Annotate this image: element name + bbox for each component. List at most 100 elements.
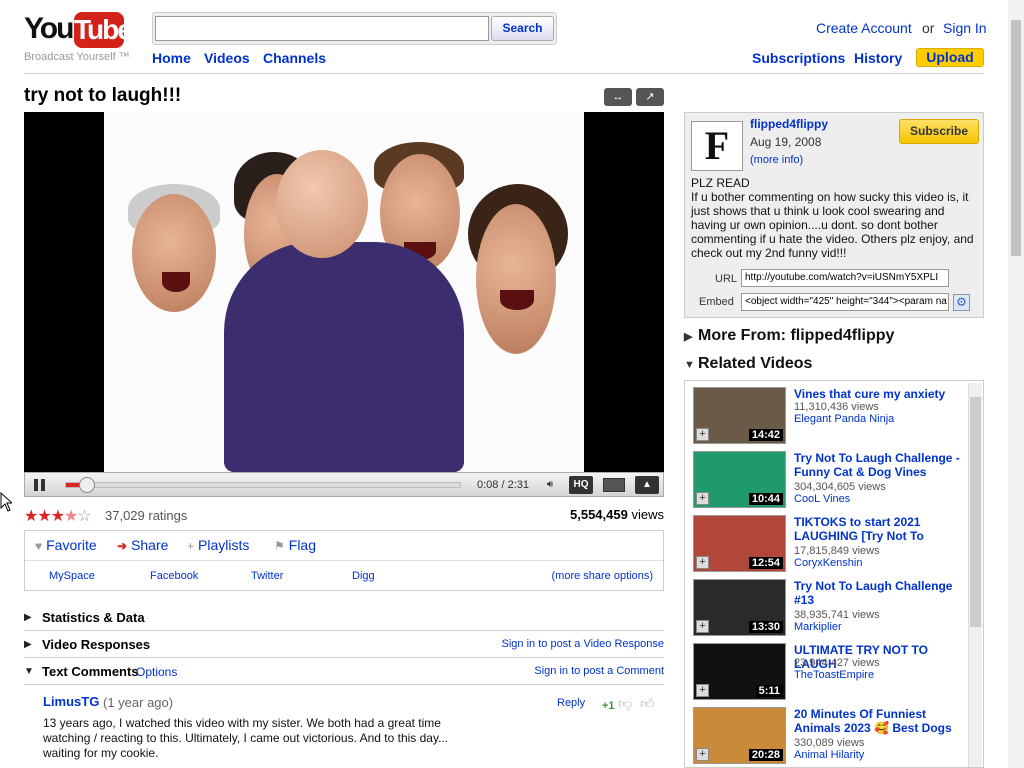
star-icon[interactable]: ★: [64, 508, 78, 525]
fullscreen-icon[interactable]: ▲: [635, 476, 659, 494]
history-link[interactable]: History: [854, 50, 902, 66]
add-to-quicklist-icon[interactable]: +: [696, 620, 709, 633]
comments-options-link[interactable]: Options: [136, 665, 177, 679]
channel-name[interactable]: flipped4flippy: [750, 117, 828, 131]
sign-in-link[interactable]: Sign In: [943, 20, 987, 36]
video-thumbnail[interactable]: 14:42 +: [693, 387, 786, 444]
star-icon[interactable]: ☆: [77, 508, 91, 525]
post-video-response-link[interactable]: Sign in to post a Video Response: [502, 638, 664, 650]
upload-button[interactable]: Upload: [916, 48, 984, 67]
nav-videos[interactable]: Videos: [204, 50, 250, 66]
more-share-options[interactable]: (more share options): [552, 570, 654, 582]
nav-home[interactable]: Home: [152, 50, 191, 66]
add-to-quicklist-icon[interactable]: +: [696, 748, 709, 761]
video-thumbnail[interactable]: 20:28 +: [693, 707, 786, 764]
related-scrollbar[interactable]: [968, 383, 982, 767]
video-title: try not to laugh!!!: [24, 85, 182, 106]
related-video-item[interactable]: 13:30 + Try Not To Laugh Challenge #13 38,9…: [693, 579, 963, 639]
create-account-link[interactable]: Create Account: [816, 20, 912, 36]
progress-bar[interactable]: [65, 477, 461, 493]
video-player[interactable]: [24, 112, 664, 472]
star-icon[interactable]: ★: [37, 508, 51, 525]
related-video-item[interactable]: 10:44 + Try Not To Laugh Challenge - Funny…: [693, 451, 963, 511]
arrow-icon: ➜: [117, 539, 128, 553]
star-icon[interactable]: ★: [24, 508, 38, 525]
related-video-channel[interactable]: CoryxKenshin: [794, 557, 862, 569]
triangle-right-icon: ▶: [24, 612, 32, 623]
related-video-channel[interactable]: Markiplier: [794, 621, 842, 633]
rating-stars[interactable]: ★★★★☆: [24, 506, 92, 526]
related-video-item[interactable]: 12:54 + TIKTOKS to start 2021 LAUGHING [Tr…: [693, 515, 963, 575]
search-button[interactable]: Search: [491, 16, 554, 41]
video-thumbnail[interactable]: 12:54 +: [693, 515, 786, 572]
embed-field[interactable]: <object width="425" height="344"><param …: [741, 293, 949, 311]
progress-knob[interactable]: [79, 477, 95, 493]
triangle-right-icon: ▶: [24, 639, 32, 650]
hq-button[interactable]: HQ: [569, 476, 593, 494]
star-icon[interactable]: ★: [51, 508, 65, 525]
add-to-quicklist-icon[interactable]: +: [696, 428, 709, 441]
video-thumbnail[interactable]: 5:11 +: [693, 643, 786, 700]
share-twitter[interactable]: Twitter: [251, 570, 283, 582]
add-to-quicklist-icon[interactable]: +: [696, 492, 709, 505]
section-video-responses[interactable]: ▶ Video Responses Sign in to post a Vide…: [24, 631, 664, 658]
video-duration: 14:42: [748, 429, 783, 441]
subscribe-button[interactable]: Subscribe: [899, 119, 979, 144]
related-video-title[interactable]: Try Not To Laugh Challenge #13: [794, 579, 964, 607]
comment-reply-link[interactable]: Reply: [557, 697, 585, 709]
video-thumbnail[interactable]: 10:44 +: [693, 451, 786, 508]
channel-avatar[interactable]: F: [691, 121, 743, 171]
share-facebook[interactable]: Facebook: [150, 570, 198, 582]
section-statistics[interactable]: ▶ Statistics & Data: [24, 604, 664, 631]
related-video-channel[interactable]: Animal Hilarity: [794, 749, 864, 761]
gear-icon[interactable]: ⚙: [953, 294, 970, 311]
related-videos-header[interactable]: ▼ Related Videos: [684, 355, 812, 373]
add-to-quicklist-icon[interactable]: +: [696, 684, 709, 697]
related-video-item[interactable]: 5:11 + ULTIMATE TRY NOT TO LAUGH 23,944,427…: [693, 643, 963, 703]
related-video-item[interactable]: 14:42 + Vines that cure my anxiety 11,310,4…: [693, 387, 963, 447]
related-video-channel[interactable]: Elegant Panda Ninja: [794, 413, 894, 425]
related-video-title[interactable]: 20 Minutes Of Funniest Animals 2023 🥰 Be…: [794, 707, 964, 735]
popout-icon[interactable]: ↗: [636, 88, 664, 106]
youtube-logo[interactable]: You Tube: [24, 12, 133, 48]
thumbs-down-icon[interactable]: 👎︎: [618, 695, 634, 711]
playlists-button[interactable]: + Playlists: [187, 537, 249, 553]
share-digg[interactable]: Digg: [352, 570, 375, 582]
page-scrollbar[interactable]: [1008, 0, 1024, 768]
flag-button[interactable]: ⚑ Flag: [274, 537, 316, 553]
share-myspace[interactable]: MySpace: [49, 570, 95, 582]
pause-button[interactable]: [31, 477, 49, 493]
related-video-title[interactable]: Vines that cure my anxiety: [794, 387, 964, 401]
search-input[interactable]: [155, 16, 489, 41]
add-to-quicklist-icon[interactable]: +: [696, 556, 709, 569]
share-button[interactable]: ➜ Share: [117, 537, 168, 553]
related-video-item[interactable]: 20:28 + 20 Minutes Of Funniest Animals 202…: [693, 707, 963, 767]
related-video-channel[interactable]: CooL Vines: [794, 493, 850, 505]
subscriptions-link[interactable]: Subscriptions: [752, 50, 845, 66]
related-video-title[interactable]: Try Not To Laugh Challenge - Funny Cat &…: [794, 451, 964, 479]
face-woman-right: [476, 204, 556, 354]
more-from-header[interactable]: ▶ More From: flipped4flippy: [684, 327, 894, 345]
volume-icon[interactable]: 🔊︎: [539, 476, 561, 494]
more-info-link[interactable]: (more info): [750, 154, 803, 166]
video-duration: 5:11: [755, 685, 783, 697]
video-thumbnail[interactable]: 13:30 +: [693, 579, 786, 636]
video-duration: 10:44: [748, 493, 783, 505]
related-video-views: 304,304,605 views: [794, 481, 886, 493]
url-field[interactable]: http://youtube.com/watch?v=iUSNmY5XPLI: [741, 269, 949, 287]
related-video-views: 11,310,436 views: [794, 401, 879, 413]
related-video-channel[interactable]: TheToastEmpire: [794, 669, 874, 681]
comment-author[interactable]: LimusTG: [43, 694, 99, 709]
section-text-comments[interactable]: ▼ Text Comments Options Sign in to post …: [24, 658, 664, 685]
page-scroll-thumb[interactable]: [1011, 20, 1021, 256]
expand-player-icon[interactable]: ↔: [604, 88, 632, 106]
screen-size-icon[interactable]: [603, 478, 625, 492]
thumbs-up-icon[interactable]: 👍︎: [640, 695, 656, 711]
post-comment-link[interactable]: Sign in to post a Comment: [534, 665, 664, 677]
related-video-title[interactable]: TIKTOKS to start 2021 LAUGHING [Try Not …: [794, 515, 964, 543]
search-bar: Search: [152, 12, 557, 45]
action-box: ♥ Favorite ➜ Share + Playlists ⚑ Flag MySpac…: [24, 530, 664, 591]
scroll-thumb[interactable]: [970, 397, 981, 627]
favorite-button[interactable]: ♥ Favorite: [35, 537, 97, 553]
nav-channels[interactable]: Channels: [263, 50, 326, 66]
